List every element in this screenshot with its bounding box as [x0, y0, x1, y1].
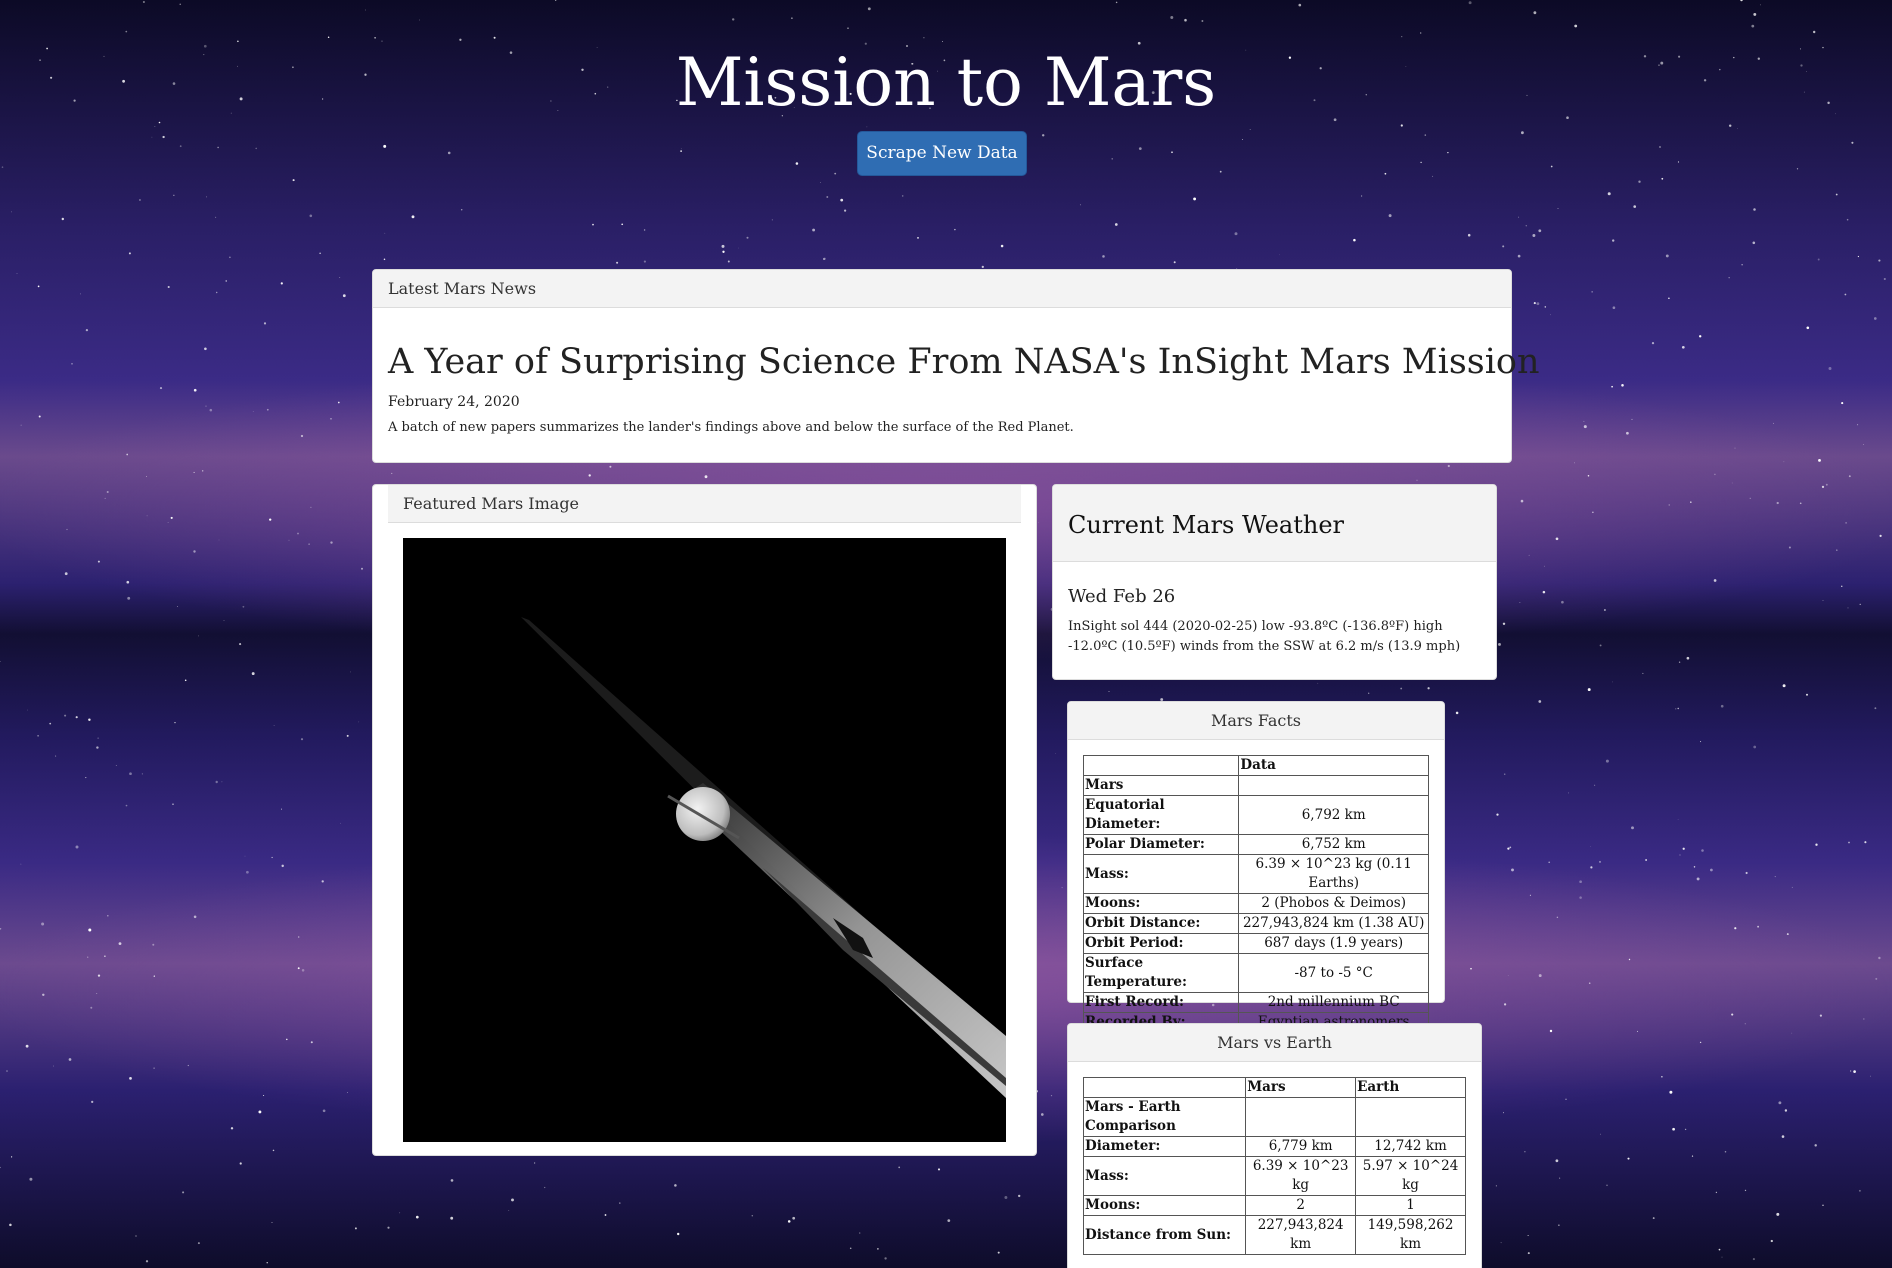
- column-header: Earth: [1355, 1077, 1466, 1098]
- table-index-row: Mars - Earth Comparison: [1082, 1097, 1466, 1137]
- weather-heading: Current Mars Weather: [1053, 485, 1496, 562]
- table-row: Equatorial Diameter: 6,792 km: [1082, 795, 1429, 835]
- row-label: Surface Temperature:: [1082, 953, 1240, 993]
- table-row: Mass: 6.39 × 10^23 kg (0.11 Earths): [1082, 854, 1429, 894]
- row-value: 6,752 km: [1238, 834, 1429, 855]
- row-label: Orbit Period:: [1082, 933, 1240, 954]
- row-value: 6.39 × 10^23 kg: [1245, 1156, 1357, 1196]
- news-panel-heading: Latest Mars News: [373, 270, 1511, 308]
- row-label: Mass:: [1082, 854, 1240, 894]
- row-value: 1: [1355, 1195, 1466, 1216]
- row-label: Distance from Sun:: [1082, 1215, 1247, 1255]
- featured-image-panel: Featured Mars Image: [372, 484, 1037, 1156]
- empty-cell: [1238, 775, 1429, 796]
- row-value: 6,792 km: [1238, 795, 1429, 835]
- row-label: Orbit Distance:: [1082, 913, 1240, 934]
- news-panel: Latest Mars News A Year of Surprising Sc…: [372, 269, 1540, 463]
- row-label: Equatorial Diameter:: [1082, 795, 1240, 835]
- row-value: 687 days (1.9 years): [1238, 933, 1429, 954]
- row-label: Moons:: [1082, 1195, 1247, 1216]
- table-header-row: Mars Earth: [1082, 1077, 1466, 1098]
- table-row: Moons: 2 (Phobos & Deimos): [1082, 893, 1429, 914]
- mars-vs-earth-panel: Mars vs Earth Mars Earth Mars - Earth Comp…: [1067, 1023, 1482, 1268]
- mars-vs-earth-heading: Mars vs Earth: [1068, 1024, 1481, 1062]
- table-row: Orbit Distance: 227,943,824 km (1.38 AU): [1082, 913, 1429, 934]
- empty-cell: [1245, 1097, 1357, 1137]
- column-header: [1082, 755, 1240, 776]
- row-label: Mass:: [1082, 1156, 1247, 1196]
- table-row: Surface Temperature: -87 to -5 °C: [1082, 953, 1429, 993]
- table-row: Orbit Period: 687 days (1.9 years): [1082, 933, 1429, 954]
- row-label: Polar Diameter:: [1082, 834, 1240, 855]
- table-row: Moons: 2 1: [1082, 1195, 1466, 1216]
- index-label: Mars - Earth Comparison: [1082, 1097, 1247, 1137]
- index-label: Mars: [1082, 775, 1240, 796]
- row-label: Moons:: [1082, 893, 1240, 914]
- news-date: February 24, 2020: [388, 394, 520, 410]
- featured-image-heading: Featured Mars Image: [388, 485, 1021, 523]
- saturn-rings-image: [521, 617, 1006, 1098]
- row-value: 2 (Phobos & Deimos): [1238, 893, 1429, 914]
- row-value: 6,779 km: [1245, 1136, 1357, 1157]
- scrape-new-data-button[interactable]: Scrape New Data: [857, 131, 1027, 176]
- table-row: First Record: 2nd millennium BC: [1082, 992, 1429, 1013]
- mars-vs-earth-table: Mars Earth Mars - Earth Comparison Diameter…: [1082, 1077, 1466, 1255]
- row-value: 2nd millennium BC: [1238, 992, 1429, 1013]
- featured-mars-image[interactable]: [403, 538, 1006, 1142]
- column-header: Data: [1238, 755, 1429, 776]
- row-value: 12,742 km: [1355, 1136, 1466, 1157]
- news-title: A Year of Surprising Science From NASA's…: [388, 342, 1540, 382]
- table-row: Diameter: 6,779 km 12,742 km: [1082, 1136, 1466, 1157]
- news-teaser: A batch of new papers summarizes the lan…: [388, 420, 1074, 435]
- row-value: 2: [1245, 1195, 1357, 1216]
- row-value: 149,598,262 km: [1355, 1215, 1466, 1255]
- table-index-row: Mars: [1082, 775, 1429, 796]
- mars-facts-panel: Mars Facts Data Mars Equatorial Diameter: 6…: [1067, 701, 1445, 1033]
- weather-day: Wed Feb 26: [1068, 586, 1176, 607]
- empty-cell: [1355, 1097, 1466, 1137]
- mars-facts-heading: Mars Facts: [1068, 702, 1444, 740]
- column-header: [1082, 1077, 1247, 1098]
- row-label: Diameter:: [1082, 1136, 1247, 1157]
- page-title: Mission to Mars: [675, 44, 1217, 121]
- row-value: -87 to -5 °C: [1238, 953, 1429, 993]
- mars-facts-table: Data Mars Equatorial Diameter: 6,792 km Pola…: [1082, 755, 1429, 1033]
- weather-report: InSight sol 444 (2020-02-25) low -93.8ºC…: [1068, 619, 1461, 654]
- row-value: 227,943,824 km (1.38 AU): [1238, 913, 1429, 934]
- table-row: Distance from Sun: 227,943,824 km 149,598,…: [1082, 1215, 1466, 1255]
- weather-panel: Current Mars Weather Wed Feb 26 InSight …: [1052, 484, 1497, 680]
- table-row: Mass: 6.39 × 10^23 kg 5.97 × 10^24 kg: [1082, 1156, 1466, 1196]
- table-row: Polar Diameter: 6,752 km: [1082, 834, 1429, 855]
- table-header-row: Data: [1082, 755, 1429, 776]
- row-value: 6.39 × 10^23 kg (0.11 Earths): [1238, 854, 1429, 894]
- row-label: First Record:: [1082, 992, 1240, 1013]
- column-header: Mars: [1245, 1077, 1357, 1098]
- row-value: 5.97 × 10^24 kg: [1355, 1156, 1466, 1196]
- row-value: 227,943,824 km: [1245, 1215, 1357, 1255]
